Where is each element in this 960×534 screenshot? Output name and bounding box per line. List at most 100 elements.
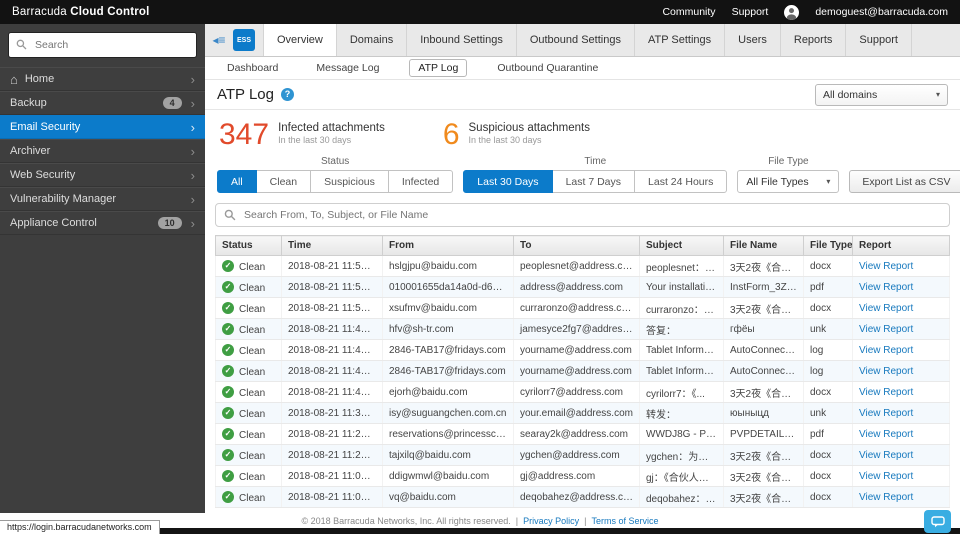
view-report-link[interactable]: View Report — [859, 408, 913, 419]
time-cell: 2018-08-21 11:56:52 — [282, 277, 383, 298]
from-cell: ejorh@baidu.com — [383, 382, 514, 403]
infected-label: Infected attachments — [278, 122, 385, 134]
filetype-cell: log — [804, 340, 853, 361]
tab-domains[interactable]: Domains — [337, 24, 407, 56]
view-report-link[interactable]: View Report — [859, 282, 913, 293]
sidebar-item-backup[interactable]: Backup4› — [0, 91, 205, 115]
clean-status-icon — [222, 302, 234, 314]
column-header-report[interactable]: Report — [853, 236, 950, 256]
from-cell: vq@baidu.com — [383, 487, 514, 508]
column-header-file-name[interactable]: File Name — [724, 236, 804, 256]
user-avatar-icon[interactable] — [784, 5, 799, 20]
time-filter-last-30-days[interactable]: Last 30 Days — [463, 170, 552, 193]
status-filter-suspicious[interactable]: Suspicious — [310, 170, 389, 193]
footer-separator: | — [584, 516, 586, 526]
collapse-sidebar-icon[interactable]: ◂≡ — [205, 24, 233, 56]
time-cell: 2018-08-21 11:29:27 — [282, 424, 383, 445]
sidebar-item-archiver[interactable]: Archiver› — [0, 139, 205, 163]
clean-status-icon — [222, 281, 234, 293]
ess-product-icon[interactable]: ESS — [233, 29, 255, 51]
status-filter-infected[interactable]: Infected — [388, 170, 453, 193]
view-report-link[interactable]: View Report — [859, 261, 913, 272]
sidebar-item-label: Archiver — [10, 145, 50, 157]
view-report-link[interactable]: View Report — [859, 345, 913, 356]
status-filter-clean[interactable]: Clean — [256, 170, 311, 193]
view-report-link[interactable]: View Report — [859, 324, 913, 335]
time-filter-last-7-days[interactable]: Last 7 Days — [552, 170, 635, 193]
column-header-status[interactable]: Status — [216, 236, 282, 256]
subtab-dashboard[interactable]: Dashboard — [219, 60, 286, 76]
help-icon[interactable]: ? — [281, 88, 294, 101]
report-cell: View Report — [853, 319, 950, 340]
terms-of-service-link[interactable]: Terms of Service — [591, 516, 658, 526]
column-header-subject[interactable]: Subject — [640, 236, 724, 256]
tab-reports[interactable]: Reports — [781, 24, 847, 56]
sidebar-item-web-security[interactable]: Web Security› — [0, 163, 205, 187]
table-row: Clean2018-08-21 11:56:52010001655da14a0d… — [216, 277, 950, 298]
column-header-file-type[interactable]: File Type — [804, 236, 853, 256]
sidebar-item-appliance-control[interactable]: Appliance Control10› — [0, 211, 205, 235]
status-filter-all[interactable]: All — [217, 170, 257, 193]
column-header-to[interactable]: To — [514, 236, 640, 256]
tab-atp-settings[interactable]: ATP Settings — [635, 24, 725, 56]
status-cell: Clean — [216, 424, 282, 445]
view-report-link[interactable]: View Report — [859, 471, 913, 482]
time-cell: 2018-08-21 11:07:34 — [282, 466, 383, 487]
subtab-message-log[interactable]: Message Log — [308, 60, 387, 76]
subject-cell: cyrilorr7：《... — [640, 382, 724, 403]
from-cell: xsufmv@baidu.com — [383, 298, 514, 319]
tab-outbound-settings[interactable]: Outbound Settings — [517, 24, 635, 56]
footer-separator: | — [516, 516, 518, 526]
clean-status-icon — [222, 386, 234, 398]
user-email[interactable]: demoguest@barracuda.com — [815, 6, 948, 18]
tab-overview[interactable]: Overview — [263, 24, 337, 56]
suspicious-count: 6 — [443, 120, 460, 150]
view-report-link[interactable]: View Report — [859, 387, 913, 398]
clean-status-icon — [222, 344, 234, 356]
filetype-select[interactable]: All File Types ▾ — [737, 170, 839, 193]
sidebar-item-email-security[interactable]: Email Security› — [0, 115, 205, 139]
filetype-cell: unk — [804, 403, 853, 424]
table-search-input[interactable] — [215, 203, 950, 227]
time-cell: 2018-08-21 11:47:16 — [282, 361, 383, 382]
subtab-atp-log[interactable]: ATP Log — [409, 59, 467, 77]
clean-status-icon — [222, 449, 234, 461]
report-cell: View Report — [853, 445, 950, 466]
brand-logo[interactable]: Barracuda Cloud Control — [12, 6, 150, 18]
filters-row: Status AllCleanSuspiciousInfected Time L… — [205, 154, 960, 203]
domain-select[interactable]: All domains ▾ — [815, 84, 948, 106]
community-link[interactable]: Community — [662, 6, 715, 18]
privacy-policy-link[interactable]: Privacy Policy — [523, 516, 579, 526]
tab-users[interactable]: Users — [725, 24, 781, 56]
filename-cell: гфёы — [724, 319, 804, 340]
page-title: ATP Log — [217, 86, 274, 103]
chat-button[interactable] — [924, 510, 951, 533]
chevron-right-icon: › — [191, 73, 195, 86]
to-cell: searay2k@address.com — [514, 424, 640, 445]
view-report-link[interactable]: View Report — [859, 450, 913, 461]
sidebar-search-input[interactable] — [8, 32, 197, 58]
status-text: Clean — [239, 472, 265, 483]
tab-inbound-settings[interactable]: Inbound Settings — [407, 24, 517, 56]
column-header-time[interactable]: Time — [282, 236, 383, 256]
view-report-link[interactable]: View Report — [859, 366, 913, 377]
view-report-link[interactable]: View Report — [859, 492, 913, 503]
subtab-outbound-quarantine[interactable]: Outbound Quarantine — [489, 60, 606, 76]
to-cell: your.email@address.com — [514, 403, 640, 424]
sidebar-item-vulnerability-manager[interactable]: Vulnerability Manager› — [0, 187, 205, 211]
support-link[interactable]: Support — [732, 6, 769, 18]
view-report-link[interactable]: View Report — [859, 429, 913, 440]
export-csv-button[interactable]: Export List as CSV — [849, 170, 960, 193]
sidebar-item-home[interactable]: ⌂Home› — [0, 67, 205, 91]
view-report-link[interactable]: View Report — [859, 303, 913, 314]
time-cell: 2018-08-21 11:05:22 — [282, 487, 383, 508]
time-filter-label: Time — [463, 156, 727, 167]
stats-row: 347 Infected attachments In the last 30 … — [205, 110, 960, 154]
topbar: Barracuda Cloud Control Community Suppor… — [0, 0, 960, 24]
time-filter-last-24-hours[interactable]: Last 24 Hours — [634, 170, 727, 193]
tab-support[interactable]: Support — [846, 24, 912, 56]
sidebar-item-badge: 10 — [158, 217, 182, 229]
column-header-from[interactable]: From — [383, 236, 514, 256]
status-filter-group: AllCleanSuspiciousInfected — [217, 170, 453, 193]
filetype-cell: unk — [804, 319, 853, 340]
